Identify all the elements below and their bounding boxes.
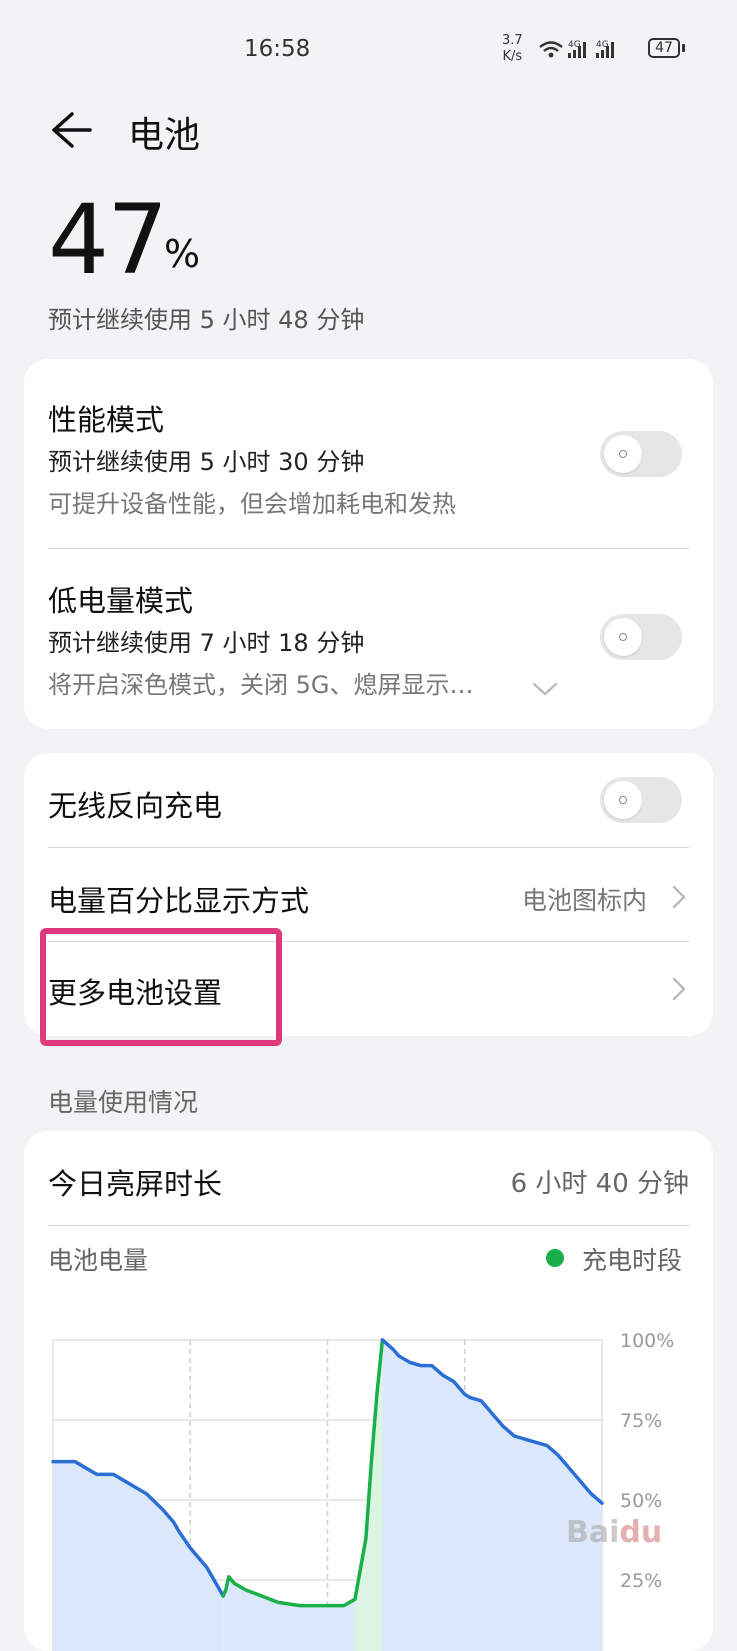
wireless-reverse-charging-toggle[interactable] bbox=[600, 777, 682, 823]
status-icons: 4G 4G bbox=[538, 38, 648, 66]
performance-mode-toggle[interactable] bbox=[600, 431, 682, 477]
low-power-mode-toggle[interactable] bbox=[600, 614, 682, 660]
watermark: Baidu bbox=[566, 1515, 663, 1550]
toggle-knob bbox=[604, 435, 642, 473]
back-arrow-icon[interactable] bbox=[50, 110, 94, 150]
low-power-mode-estimate: 预计继续使用 7 小时 18 分钟 bbox=[48, 629, 365, 657]
battery-level-chart: 100% 75% 50% 25% bbox=[51, 1330, 674, 1651]
battery-status-icon: 47 bbox=[648, 38, 680, 58]
low-power-mode-desc: 将开启深色模式，关闭 5G、熄屏显示… bbox=[48, 671, 474, 699]
chart-y-ticks: 100% 75% 50% 25% bbox=[620, 1330, 674, 1592]
chevron-right-icon bbox=[672, 977, 686, 1001]
usage-section-label: 电量使用情况 bbox=[48, 1088, 199, 1117]
y-tick-label: 25% bbox=[620, 1570, 662, 1592]
chevron-down-icon[interactable] bbox=[532, 681, 558, 697]
percent-display-label: 电量百分比显示方式 bbox=[48, 884, 310, 918]
performance-mode-estimate: 预计继续使用 5 小时 30 分钟 bbox=[48, 448, 365, 476]
y-tick-label: 50% bbox=[620, 1490, 662, 1512]
low-power-mode-title: 低电量模式 bbox=[48, 584, 194, 618]
performance-mode-title: 性能模式 bbox=[48, 403, 165, 437]
highlight-annotation-box bbox=[40, 928, 282, 1046]
percent-display-value: 电池图标内 bbox=[522, 886, 648, 915]
page-title: 电池 bbox=[128, 115, 201, 156]
network-speed: 3.7 K/s bbox=[502, 33, 523, 64]
wifi-signal-icon: 4G 4G bbox=[539, 40, 614, 58]
status-bar: 16:58 3.7 K/s 4G 4G 47 bbox=[0, 0, 737, 100]
battery-usage-card: 今日亮屏时长 6 小时 40 分钟 电池电量 充电时段 100% 75% 50% 25… bbox=[24, 1131, 713, 1651]
battery-percent-sign: % bbox=[164, 232, 201, 276]
performance-mode-desc: 可提升设备性能，但会增加耗电和发热 bbox=[48, 490, 456, 518]
chevron-right-icon bbox=[672, 885, 686, 909]
wireless-reverse-charging-label: 无线反向充电 bbox=[48, 789, 223, 823]
battery-tip bbox=[682, 44, 685, 52]
discharge-area-after bbox=[382, 1340, 602, 1651]
y-tick-label: 100% bbox=[620, 1330, 674, 1352]
power-modes-card: 性能模式 预计继续使用 5 小时 30 分钟 可提升设备性能，但会增加耗电和发热… bbox=[24, 359, 713, 729]
divider bbox=[48, 548, 689, 549]
toggle-knob bbox=[604, 618, 642, 656]
toggle-knob bbox=[604, 781, 642, 819]
status-time: 16:58 bbox=[244, 36, 311, 62]
y-tick-label: 75% bbox=[620, 1410, 662, 1432]
battery-percent: 47 bbox=[48, 184, 168, 296]
battery-estimate: 预计继续使用 5 小时 48 分钟 bbox=[48, 306, 365, 334]
